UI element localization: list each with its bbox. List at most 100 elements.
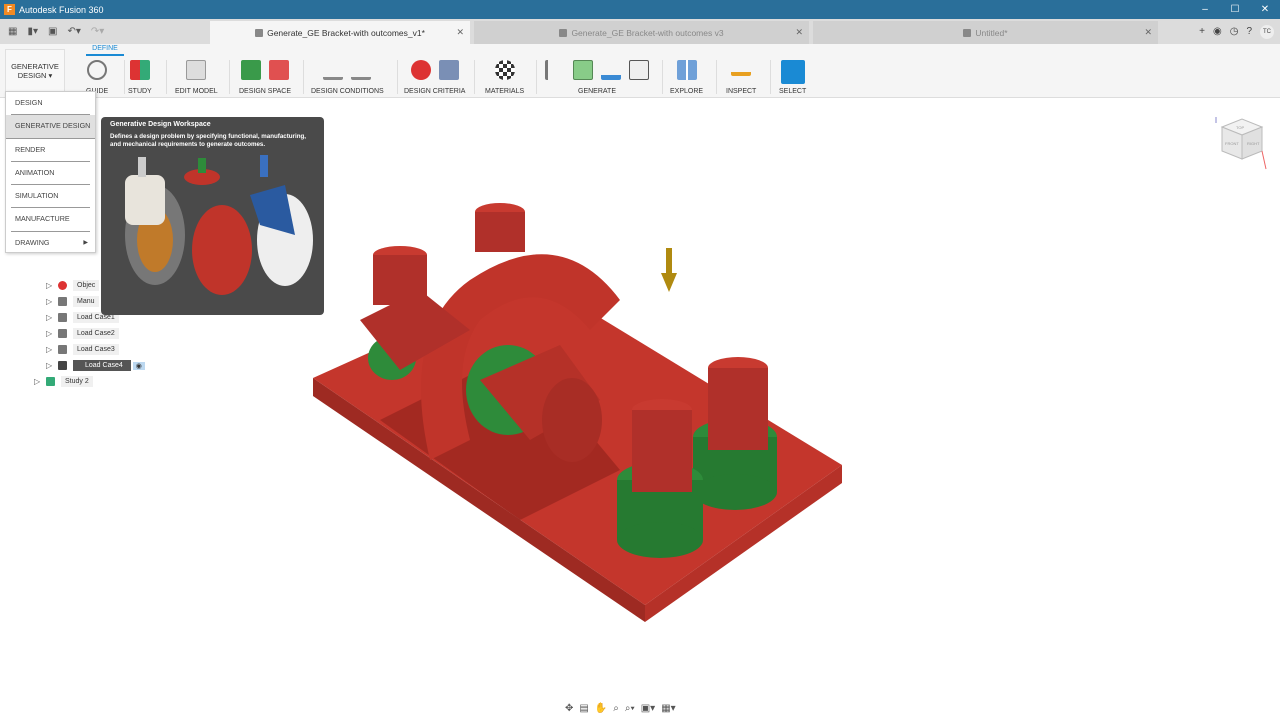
obstacle-geometry-icon	[269, 60, 289, 80]
sync-icon	[601, 60, 621, 80]
select-group[interactable]: SELECT	[779, 58, 806, 95]
notifications-icon[interactable]: ◷	[1230, 26, 1239, 37]
grid-icon[interactable]: ▦▾	[661, 703, 675, 714]
browser-item-objectives[interactable]: ▷ Objec	[46, 280, 100, 291]
browser-item-label: Load Case2	[73, 328, 119, 339]
app-logo: F	[4, 4, 15, 15]
file-menu-icon[interactable]: ▮▾	[27, 26, 38, 37]
tab-label: Untitled*	[975, 27, 1008, 38]
load-icon	[351, 60, 372, 80]
tab-label: Generate_GE Bracket-with outcomes v3	[571, 27, 724, 38]
explore-group[interactable]: EXPLORE	[670, 58, 703, 95]
navigation-bar: ✥ ▤ ✋ ⌕ ⌕▾ ▣▾ ▦▾	[565, 703, 676, 714]
viewcube-right-label: RIGHT	[1247, 141, 1260, 146]
viewcube-front-label: FRONT	[1225, 141, 1239, 146]
browser-item-study-2[interactable]: ▷ Study 2	[34, 376, 93, 387]
study-group[interactable]: STUDY	[128, 58, 152, 95]
menu-item-manufacture[interactable]: MANUFACTURE	[11, 208, 90, 232]
job-status-icon[interactable]: ◉	[1213, 26, 1222, 37]
document-icon	[963, 28, 972, 37]
browser-item-label: Load Case4	[73, 360, 131, 371]
manufacturing-icon	[58, 297, 67, 306]
bracket-model	[313, 203, 842, 622]
tooltip-body: Defines a design problem by specifying f…	[110, 133, 306, 148]
select-icon	[780, 60, 805, 84]
undo-icon[interactable]: ↶▾	[67, 26, 80, 37]
viewport-model	[313, 203, 842, 622]
tab-document-3[interactable]: Untitled* ✕	[813, 21, 1158, 44]
manufacturing-icon	[438, 60, 459, 80]
close-tab-icon[interactable]: ✕	[795, 27, 803, 38]
maximize-button[interactable]: ☐	[1220, 0, 1250, 19]
minimize-button[interactable]: –	[1190, 0, 1220, 19]
group-label: SELECT	[779, 88, 807, 95]
user-avatar[interactable]: TC	[1260, 24, 1274, 39]
edit-model-icon	[186, 60, 207, 80]
group-label: MATERIALS	[485, 88, 525, 95]
menu-item-animation[interactable]: ANIMATION	[11, 162, 90, 186]
help-icon[interactable]: ?	[1246, 26, 1252, 37]
tab-label: Generate_GE Bracket-with outcomes_v1*	[267, 27, 425, 38]
browser-item-manufacturing[interactable]: ▷ Manu	[46, 296, 99, 307]
design-space-group[interactable]: DESIGN SPACE	[239, 58, 291, 95]
tab-document-1[interactable]: Generate_GE Bracket-with outcomes_v1* ✕	[210, 21, 470, 44]
edit-model-group[interactable]: EDIT MODEL	[175, 58, 218, 95]
close-button[interactable]: ✕	[1250, 0, 1280, 19]
design-conditions-group[interactable]: DESIGN CONDITIONS	[311, 58, 384, 95]
workspace-switcher[interactable]: GENERATIVE DESIGN ▾	[5, 49, 65, 92]
generate-icon	[573, 60, 593, 80]
menu-item-generative-design[interactable]: GENERATIVE DESIGN	[6, 115, 95, 139]
browser-item-label: Objec	[73, 280, 100, 291]
close-tab-icon[interactable]: ✕	[456, 27, 464, 38]
browser-item-load-case3[interactable]: ▷ Load Case3	[46, 344, 119, 355]
submenu-arrow-icon: ▶	[83, 239, 88, 246]
study-icon	[46, 377, 55, 386]
browser-item-label: Load Case3	[73, 344, 119, 355]
document-icon	[559, 28, 568, 37]
fit-icon[interactable]: ⌕▾	[625, 703, 635, 714]
menu-item-design[interactable]: DESIGN	[11, 92, 90, 116]
group-label: EXPLORE	[670, 88, 704, 95]
explore-icon	[676, 60, 697, 80]
guide-group[interactable]: GUIDE	[86, 58, 108, 95]
redo-icon[interactable]: ↷▾	[91, 26, 104, 37]
materials-group[interactable]: MATERIALS	[485, 58, 524, 95]
menu-item-drawing[interactable]: DRAWING ▶	[11, 232, 90, 255]
pan-icon[interactable]: ✋	[595, 703, 607, 714]
group-label: GENERATE	[578, 88, 616, 95]
look-at-icon[interactable]: ▤	[579, 703, 588, 714]
apps-grid-icon[interactable]: ▦	[8, 26, 17, 37]
activate-radio-icon[interactable]: ◉	[132, 361, 145, 370]
group-label: DESIGN SPACE	[239, 88, 291, 95]
study-icon	[129, 60, 150, 80]
tab-define[interactable]: DEFINE	[86, 45, 124, 56]
save-icon[interactable]: ▣	[48, 26, 57, 37]
document-tab-bar: ▦ ▮▾ ▣ ↶▾ ↷▾ Generate_GE Bracket-with ou…	[0, 19, 1280, 44]
browser-item-load-case4[interactable]: ▷ Load Case4 ◉	[46, 360, 145, 371]
caster-wheels-illustration	[125, 155, 313, 295]
group-label: DESIGN CRITERIA	[404, 88, 466, 95]
eye-icon[interactable]	[58, 361, 67, 370]
design-criteria-group[interactable]: DESIGN CRITERIA	[404, 58, 465, 95]
menu-item-render[interactable]: RENDER	[11, 139, 90, 162]
group-label: DESIGN CONDITIONS	[311, 88, 384, 95]
viewcube[interactable]: TOP FRONT RIGHT	[1214, 117, 1269, 179]
zoom-icon[interactable]: ⌕	[613, 703, 619, 714]
materials-icon	[494, 60, 515, 80]
close-tab-icon[interactable]: ✕	[1144, 27, 1152, 38]
load-case-icon	[58, 329, 67, 338]
browser-item-load-case2[interactable]: ▷ Load Case2	[46, 328, 119, 339]
browser-item-label: Manu	[73, 296, 99, 307]
menu-item-label: DRAWING	[15, 237, 50, 247]
constraint-icon	[323, 60, 344, 80]
display-settings-icon[interactable]: ▣▾	[641, 703, 655, 714]
generate-group[interactable]: GENERATE	[545, 58, 649, 95]
load-case-icon	[58, 313, 67, 322]
viewcube-top-label: TOP	[1236, 125, 1244, 130]
menu-item-simulation[interactable]: SIMULATION	[11, 185, 90, 209]
tooltip-title: Generative Design Workspace	[110, 121, 211, 128]
new-tab-icon[interactable]: +	[1199, 26, 1205, 37]
tab-document-2[interactable]: Generate_GE Bracket-with outcomes v3 ✕	[474, 21, 809, 44]
inspect-group[interactable]: INSPECT	[726, 58, 756, 95]
orbit-icon[interactable]: ✥	[565, 703, 573, 714]
